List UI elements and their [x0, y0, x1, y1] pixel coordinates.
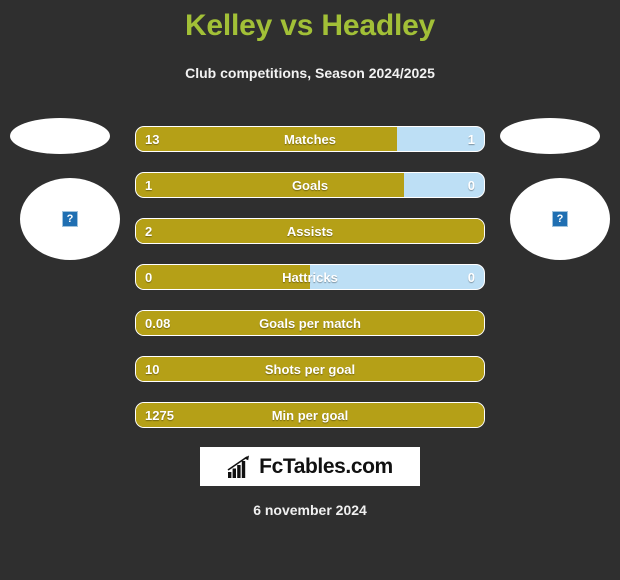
page-header: Kelley vs Headley Club competitions, Sea…: [0, 0, 620, 82]
home-player-avatar-group: ?: [0, 118, 130, 268]
fctables-logo-text: FcTables.com: [259, 455, 393, 478]
stat-row: 10 Shots per goal: [135, 356, 485, 382]
stat-row: 1275 Min per goal: [135, 402, 485, 428]
stat-row: 2 Assists: [135, 218, 485, 244]
away-avatar: ?: [510, 178, 610, 260]
stat-away-value: 0: [467, 269, 475, 285]
broken-image-icon: ?: [62, 211, 78, 227]
stat-comparison-chart: 13 Matches 1 1 Goals 0 2 Assists 0 Hattricks 0 0.08…: [135, 126, 485, 448]
stat-label: Goals: [291, 177, 329, 193]
bar-chart-growth-icon: [227, 455, 250, 478]
stat-label: Hattricks: [282, 269, 338, 285]
stat-row: 0 Hattricks 0: [135, 264, 485, 290]
footer-date: 6 november 2024: [253, 502, 367, 518]
stat-label: Shots per goal: [264, 361, 356, 377]
page-subtitle: Club competitions, Season 2024/2025: [185, 65, 435, 81]
stat-away-value: 1: [467, 131, 475, 147]
page-title: Kelley vs Headley: [184, 9, 436, 42]
stat-row: 0.08 Goals per match: [135, 310, 485, 336]
stat-label: Min per goal: [271, 407, 349, 423]
stat-label: Matches: [283, 131, 337, 147]
stat-away-value: 0: [467, 177, 475, 193]
home-avatar: ?: [20, 178, 120, 260]
stat-label: Assists: [286, 223, 334, 239]
stat-row: 13 Matches 1: [135, 126, 485, 152]
away-avatar-ellipse: [500, 118, 600, 154]
stat-row: 1 Goals 0: [135, 172, 485, 198]
home-avatar-ellipse: [10, 118, 110, 154]
broken-image-icon: ?: [552, 211, 568, 227]
stat-label: Goals per match: [259, 315, 361, 331]
fctables-logo[interactable]: FcTables.com: [200, 447, 420, 486]
away-player-avatar-group: ?: [490, 118, 620, 268]
